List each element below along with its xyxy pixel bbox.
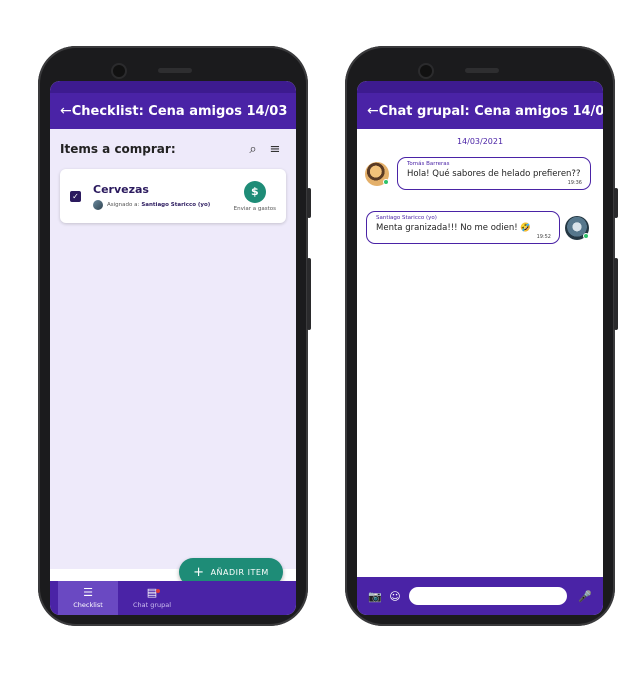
item-name: Cervezas (93, 182, 149, 196)
back-arrow-icon[interactable]: ← (60, 103, 72, 119)
message-sender: Tomás Barreras (407, 161, 450, 167)
date-separator: 14/03/2021 (456, 137, 504, 146)
chat-app-bar: ← Chat grupal: Cena amigos 14/03 ⋮ (357, 93, 603, 129)
avatar (365, 161, 389, 186)
microphone-icon[interactable]: 🎤 (575, 590, 595, 603)
message-bubble: Santiago Staricco (yo) Menta granizada!!… (366, 211, 560, 244)
checklist-body: Items a comprar: ⌕ ≡ ✓ Cervezas Asignado… (50, 129, 296, 569)
unread-badge (156, 589, 160, 593)
nav-checklist[interactable]: ☰ Checklist (58, 581, 118, 615)
assignee-avatar (93, 199, 103, 210)
checklist-item-card[interactable]: ✓ Cervezas Asignado a: Santiago Staricco… (60, 169, 286, 223)
chat-messages-area[interactable]: 14/03/2021 Tomás Barreras Hola! Qué sabo… (357, 129, 603, 579)
nav-chat-label: Chat grupal (132, 601, 172, 609)
message-incoming: Tomás Barreras Hola! Qué sabores de hela… (365, 157, 591, 190)
power-button (307, 258, 311, 330)
search-icon[interactable]: ⌕ (242, 142, 264, 157)
page-title: Checklist: Cena amigos 14/03 (71, 103, 288, 119)
back-arrow-icon[interactable]: ← (367, 103, 379, 119)
list-icon: ☰ (83, 586, 93, 599)
message-composer: 📷 ☺ 🎤 (357, 577, 603, 615)
earpiece-speaker (158, 68, 192, 73)
assigned-prefix: Asignado a: (107, 201, 140, 208)
items-header: Items a comprar: ⌕ ≡ (60, 129, 286, 169)
item-checkbox[interactable]: ✓ (70, 190, 81, 202)
message-time: 19:36 (567, 180, 582, 186)
online-indicator (583, 232, 589, 239)
avatar (565, 215, 589, 240)
nav-chat-grupal[interactable]: ▤ Chat grupal (122, 581, 182, 615)
message-text: Menta granizada!!! No me odien! 🤣 (376, 223, 531, 233)
assignee-name: Santiago Staricco (yo) (141, 201, 211, 208)
online-indicator (383, 178, 389, 185)
message-sender: Santiago Staricco (yo) (376, 215, 437, 221)
earpiece-speaker (465, 68, 499, 73)
front-camera (113, 65, 125, 77)
message-bubble: Tomás Barreras Hola! Qué sabores de hela… (397, 157, 591, 190)
dollar-icon: $ (243, 180, 266, 203)
nav-checklist-label: Checklist (73, 601, 103, 609)
item-details: Cervezas Asignado a: Santiago Staricco (… (93, 183, 234, 210)
volume-button (307, 188, 311, 218)
bottom-navigation: ☰ Checklist ▤ Chat grupal (50, 581, 296, 615)
message-time: 19:52 (536, 234, 551, 240)
power-button (614, 258, 618, 330)
message-text: Hola! Qué sabores de helado prefieren?? (407, 169, 581, 179)
send-to-expenses-button[interactable]: $ Enviar a gastos (233, 180, 276, 212)
section-title: Items a comprar: (60, 142, 176, 156)
message-input[interactable] (409, 587, 567, 605)
camera-icon[interactable]: 📷 (365, 590, 385, 603)
page-title: Chat grupal: Cena amigos 14/03 (378, 103, 603, 119)
status-bar (50, 81, 296, 93)
phone-frame-chat: ← Chat grupal: Cena amigos 14/03 ⋮ 14/03… (345, 46, 618, 626)
add-item-label: AÑADIR ITEM (210, 567, 269, 577)
send-to-expenses-label: Enviar a gastos (233, 205, 276, 212)
message-outgoing: Santiago Staricco (yo) Menta granizada!!… (366, 211, 589, 244)
phone-frame-checklist: ← Checklist: Cena amigos 14/03 Items a c… (38, 46, 311, 626)
assigned-info: Asignado a: Santiago Staricco (yo) (93, 199, 234, 210)
status-bar (357, 81, 603, 93)
emoji-icon[interactable]: ☺ (385, 590, 405, 603)
volume-button (614, 188, 618, 218)
front-camera (420, 65, 432, 77)
checklist-screen: ← Checklist: Cena amigos 14/03 Items a c… (50, 81, 296, 615)
chat-screen: ← Chat grupal: Cena amigos 14/03 ⋮ 14/03… (357, 81, 603, 615)
plus-icon: + (193, 564, 205, 580)
checklist-app-bar: ← Checklist: Cena amigos 14/03 (50, 93, 296, 129)
filter-icon[interactable]: ≡ (264, 142, 286, 157)
